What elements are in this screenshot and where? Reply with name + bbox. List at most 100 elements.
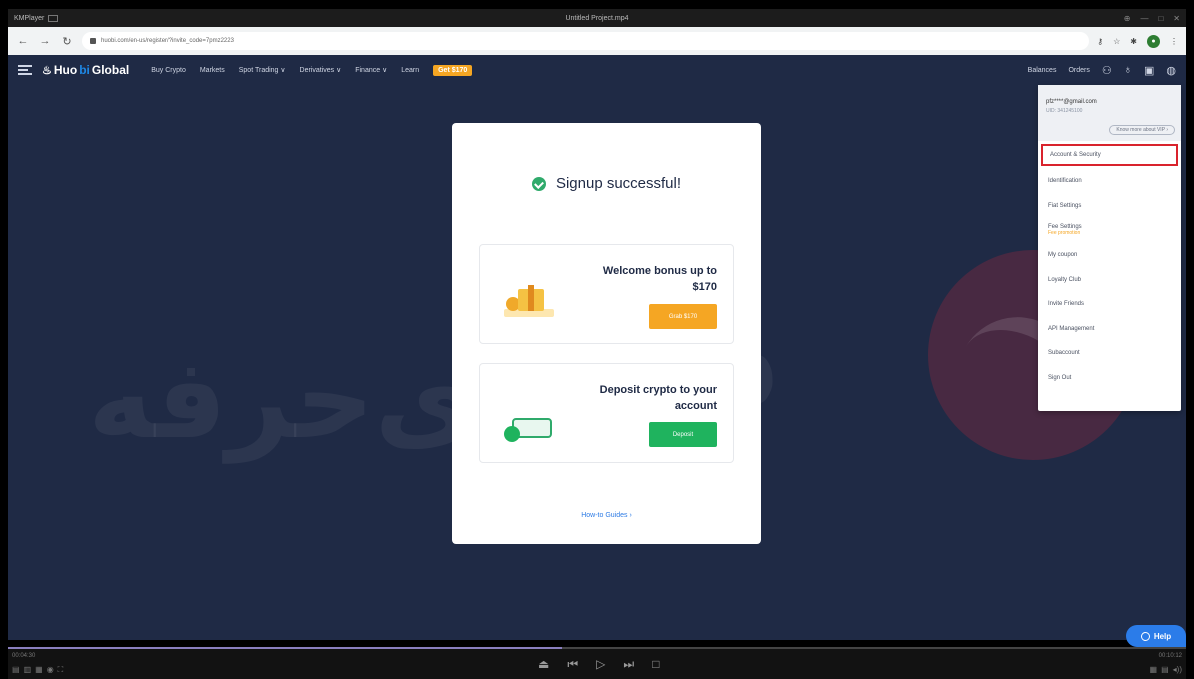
- menu-identification[interactable]: Identification: [1038, 169, 1181, 194]
- nav-markets[interactable]: Markets: [200, 67, 225, 74]
- menu-label: My coupon: [1048, 252, 1078, 259]
- user-icon[interactable]: ⚇: [1102, 64, 1112, 77]
- nav-spot-trading[interactable]: Spot Trading ∨: [239, 66, 286, 74]
- gift-icon: [504, 283, 554, 317]
- player-file-name: Untitled Project.mp4: [565, 14, 629, 22]
- promo-badge[interactable]: Get $170: [433, 64, 473, 76]
- nav-buy-crypto[interactable]: Buy Crypto: [151, 67, 186, 74]
- extension-icon[interactable]: ✱: [1130, 37, 1137, 46]
- more-icon[interactable]: ⋮: [1170, 37, 1178, 46]
- grab-bonus-button[interactable]: Grab $170: [649, 304, 717, 329]
- close-icon[interactable]: ✕: [1173, 14, 1180, 23]
- logo-text-1: Huo: [53, 63, 78, 77]
- playback-controls: ⏏ ⏮ ▷ ⏭ □: [538, 657, 659, 672]
- chat-bubble-icon: [1140, 631, 1150, 641]
- vip-link[interactable]: Know more about VIP ›: [1109, 125, 1175, 135]
- nav-balances[interactable]: Balances: [1028, 67, 1057, 74]
- menu-account-security[interactable]: Account & Security: [1041, 144, 1178, 166]
- profile-avatar-icon[interactable]: ●: [1147, 34, 1160, 48]
- player-titlebar: KMPlayer Untitled Project.mp4 ⊕ — □ ✕: [8, 9, 1186, 27]
- check-circle-icon: [531, 176, 546, 191]
- address-bar[interactable]: huobi.com/en-us/register/?invite_code=7p…: [82, 32, 1090, 50]
- signup-title: Signup successful!: [452, 175, 761, 192]
- screen: KMPlayer Untitled Project.mp4 ⊕ — □ ✕ ← …: [0, 0, 1194, 679]
- account-header: pfz****@gmail.com UID: 341245100 Know mo…: [1038, 85, 1181, 141]
- menu-loyalty-club[interactable]: Loyalty Club: [1038, 267, 1181, 292]
- deposit-text: Deposit crypto to your account: [599, 384, 717, 412]
- watermark-text-left: ای‌حرفه: [88, 335, 513, 463]
- menu-label: Sign Out: [1048, 375, 1072, 382]
- menu-sign-out[interactable]: Sign Out: [1038, 366, 1181, 391]
- capture-icon[interactable]: ▥: [24, 665, 32, 675]
- nav-learn[interactable]: Learn: [401, 67, 419, 74]
- bonus-text: Welcome bonus up to $170: [602, 265, 717, 293]
- minimize-icon[interactable]: —: [1140, 14, 1148, 23]
- account-uid: UID: 341245100: [1046, 108, 1083, 114]
- settings-icon[interactable]: ▤: [1161, 665, 1169, 674]
- player-controls: 00:04:30 00:10:12 ▤ ▥ ▦ ◉ ⛶ ⏏ ⏮ ▷ ⏭ □ ▦ …: [8, 649, 1186, 679]
- volume-icon[interactable]: ◂)): [1173, 665, 1182, 674]
- wallet-icon: [502, 414, 556, 444]
- pin-icon[interactable]: ⊕: [1124, 14, 1131, 23]
- player-app-name: KMPlayer: [14, 14, 45, 22]
- signup-title-text: Signup successful!: [555, 175, 682, 192]
- playlist-icon[interactable]: ▤: [12, 665, 20, 675]
- menu-fiat-settings[interactable]: Fiat Settings: [1038, 194, 1181, 219]
- bonus-offer: Welcome bonus up to $170 Grab $170: [479, 244, 734, 344]
- huobi-logo[interactable]: ♨ Huo bi Global: [42, 63, 129, 77]
- deposit-offer: Deposit crypto to your account Deposit: [479, 363, 734, 463]
- time-elapsed: 00:04:30: [12, 653, 36, 659]
- player-right-tools: ▦ ▤ ◂)): [1150, 665, 1182, 674]
- reload-icon[interactable]: ↻: [60, 35, 74, 48]
- logo-text-2: bi: [79, 63, 90, 77]
- nav-derivatives[interactable]: Derivatives ∨: [300, 66, 342, 74]
- play-icon[interactable]: ▷: [596, 657, 605, 672]
- hamburger-icon[interactable]: [18, 65, 32, 75]
- time-total: 00:10:12: [1158, 653, 1182, 659]
- star-icon[interactable]: ☆: [1113, 37, 1120, 46]
- nav-orders[interactable]: Orders: [1068, 67, 1089, 74]
- bell-icon[interactable]: ♁: [1124, 64, 1132, 76]
- account-menu: Account & Security Identification Fiat S…: [1038, 144, 1181, 390]
- nav-finance[interactable]: Finance ∨: [355, 66, 387, 74]
- menu-invite-friends[interactable]: Invite Friends: [1038, 292, 1181, 317]
- fullscreen-icon[interactable]: ⛶: [58, 665, 64, 675]
- main-nav: Buy Crypto Markets Spot Trading ∨ Deriva…: [151, 64, 473, 76]
- logo-text-3: Global: [91, 63, 130, 77]
- menu-my-coupon[interactable]: My coupon: [1038, 243, 1181, 268]
- subtitle-icon[interactable]: ▦: [1150, 665, 1158, 674]
- globe-icon[interactable]: ◍: [1166, 64, 1176, 77]
- menu-label: Account & Security: [1050, 152, 1101, 158]
- eject-icon[interactable]: ⏏: [538, 657, 549, 672]
- menu-label: Invite Friends: [1048, 301, 1085, 308]
- nav-right: Balances Orders ⚇ ♁ ▣ ◍: [1028, 64, 1176, 77]
- vr-icon[interactable]: ◉: [47, 665, 54, 675]
- lock-icon: [90, 38, 96, 44]
- player-left-tools: ▤ ▥ ▦ ◉ ⛶: [12, 665, 63, 675]
- previous-icon[interactable]: ⏮: [567, 657, 578, 672]
- stop-icon[interactable]: □: [652, 657, 659, 672]
- menu-subaccount[interactable]: Subaccount: [1038, 341, 1181, 366]
- maximize-icon[interactable]: □: [1158, 14, 1163, 23]
- browser-actions: ⚷ ☆ ✱ ● ⋮: [1097, 34, 1178, 48]
- fee-promotion-label: Fee promotion: [1048, 230, 1081, 237]
- menu-label: Subaccount: [1048, 350, 1080, 357]
- deposit-button[interactable]: Deposit: [649, 422, 717, 447]
- window-controls: ⊕ — □ ✕: [880, 14, 1180, 23]
- download-icon[interactable]: ▣: [1144, 64, 1154, 77]
- forward-icon[interactable]: →: [38, 35, 52, 47]
- account-dropdown: pfz****@gmail.com UID: 341245100 Know mo…: [1038, 85, 1181, 411]
- next-icon[interactable]: ⏭: [623, 657, 634, 672]
- 3d-icon[interactable]: ▦: [35, 665, 43, 675]
- menu-fee-settings[interactable]: Fee Settings Fee promotion: [1038, 218, 1181, 243]
- help-button[interactable]: Help: [1126, 625, 1186, 647]
- menu-label: Identification: [1048, 178, 1082, 185]
- menu-api-management[interactable]: API Management: [1038, 317, 1181, 342]
- guides-link[interactable]: How-to Guides ›: [452, 512, 761, 519]
- browser-toolbar: ← → ↻ huobi.com/en-us/register/?invite_c…: [8, 27, 1186, 55]
- window-icon: [48, 14, 59, 22]
- flame-icon: ♨: [42, 64, 52, 77]
- menu-label: API Management: [1048, 325, 1095, 332]
- key-icon[interactable]: ⚷: [1097, 37, 1103, 46]
- back-icon[interactable]: ←: [16, 35, 30, 47]
